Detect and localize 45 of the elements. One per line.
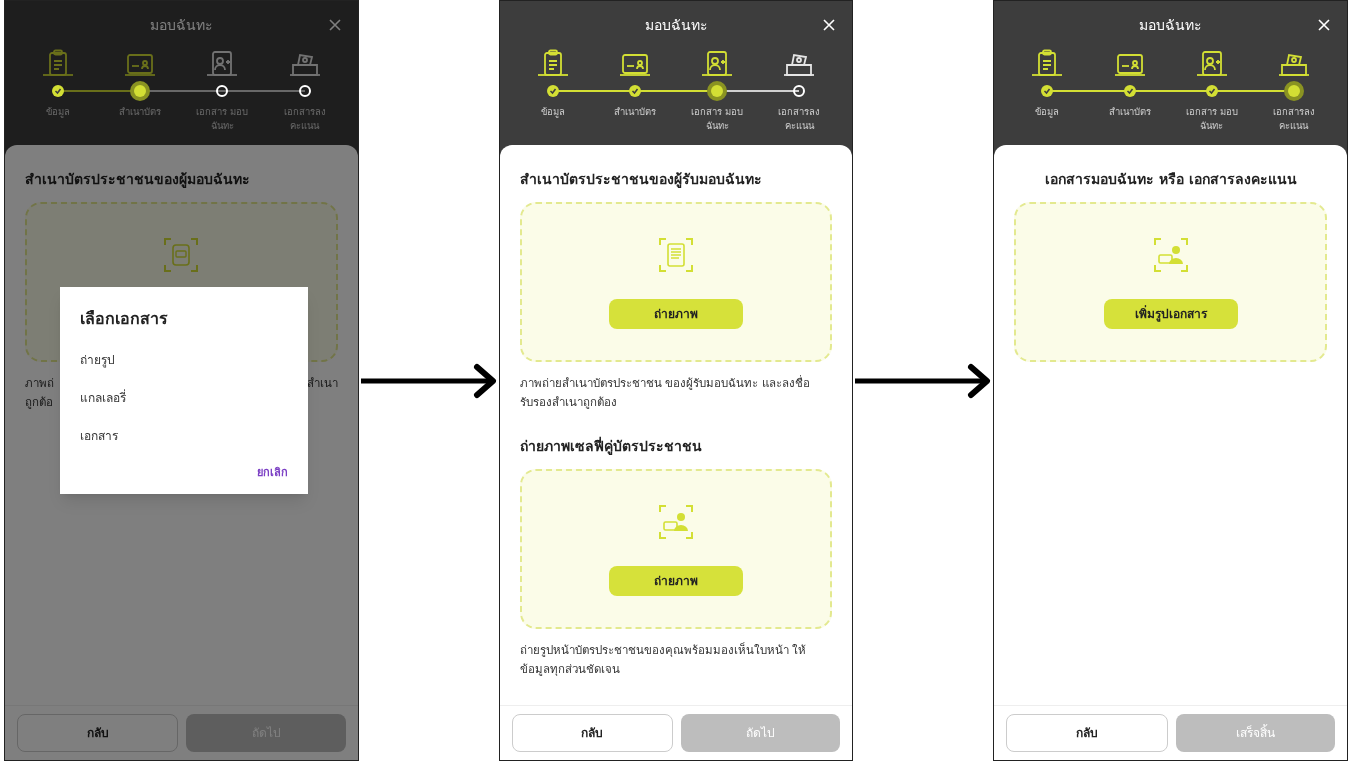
step-icon — [1030, 49, 1065, 77]
step-icon — [1194, 49, 1229, 77]
take-photo-button[interactable]: เพิ่มรูปเอกสาร — [1103, 299, 1238, 329]
step-label: สำเนาบัตร — [612, 105, 657, 119]
take-photo-button[interactable]: ถ่ายภาพ — [609, 299, 743, 329]
step-label: เอกสารลง คะแนน — [282, 105, 327, 133]
step-label: สำเนาบัตร — [1107, 105, 1152, 119]
step-label: ข้อมูล — [1034, 105, 1061, 119]
step-icon — [41, 49, 76, 77]
step-label: เอกสาร มอบฉันทะ — [195, 105, 250, 133]
step-label: เอกสารลง คะแนน — [777, 105, 822, 133]
section-title: สำเนาบัตรประชาชนของผู้มอบฉันทะ — [25, 170, 251, 190]
close-icon[interactable] — [1317, 18, 1331, 32]
selfie-frame-icon — [656, 502, 696, 542]
window-title: มอบฉันทะ — [149, 15, 213, 35]
step-label: เอกสาร มอบฉันทะ — [1184, 105, 1239, 133]
step-label: ข้อมูล — [45, 105, 72, 119]
section-title: ถ่ายภาพเซลฟี่คู่บัตรประชาชน — [519, 436, 703, 457]
take-photo-button[interactable]: ถ่ายภาพ — [609, 566, 743, 596]
document-frame-icon — [656, 235, 696, 275]
section-title: เอกสารมอบฉันทะ หรือ เอกสารลงคะแนน — [1043, 170, 1298, 189]
close-icon[interactable] — [822, 18, 837, 32]
dialog-title: เลือกเอกสาร — [80, 308, 169, 330]
back-button[interactable]: กลับ — [511, 714, 673, 752]
dialog-option[interactable]: แกลเลอรี่ — [80, 389, 288, 407]
note-text: สำเนา — [306, 375, 338, 392]
section-title: สำเนาบัตรประชาชนของผู้รับมอบฉันทะ — [519, 170, 763, 190]
dialog-option[interactable]: ถ่ายรูป — [80, 351, 288, 369]
step-icon — [205, 49, 240, 77]
dialog-option[interactable]: เอกสาร — [80, 427, 288, 445]
step-icon — [535, 49, 570, 77]
step-icon — [700, 49, 735, 77]
cancel-button[interactable]: ยกเลิก — [257, 465, 288, 482]
step-label: เอกสารลง คะแนน — [1271, 105, 1316, 133]
window-title: มอบฉันทะ — [644, 15, 708, 35]
section-note: ภาพถ่ายสำเนาบัตรประชาชน ของผู้รับมอบฉันทะ และลงชื่อรับรองสำเนาถูกต้อง — [519, 374, 811, 411]
step-label: สำเนาบัตร — [118, 105, 163, 119]
step-label: ข้อมูล — [539, 105, 566, 119]
note-text: ภาพถ่ — [25, 375, 54, 392]
back-button[interactable]: กลับ — [1006, 714, 1168, 752]
section-note: ถ่ายรูปหน้าบัตรประชาชนของคุณพร้อมมองเห็นใบหน้า ให้ข้อมูลทุกส่วนชัดเจน — [519, 641, 808, 678]
step-label: เอกสาร มอบฉันทะ — [690, 105, 745, 133]
back-button[interactable]: กลับ — [17, 714, 179, 752]
note-text: ถูกต้อ — [25, 394, 53, 411]
window-title: มอบฉันทะ — [1139, 15, 1203, 35]
